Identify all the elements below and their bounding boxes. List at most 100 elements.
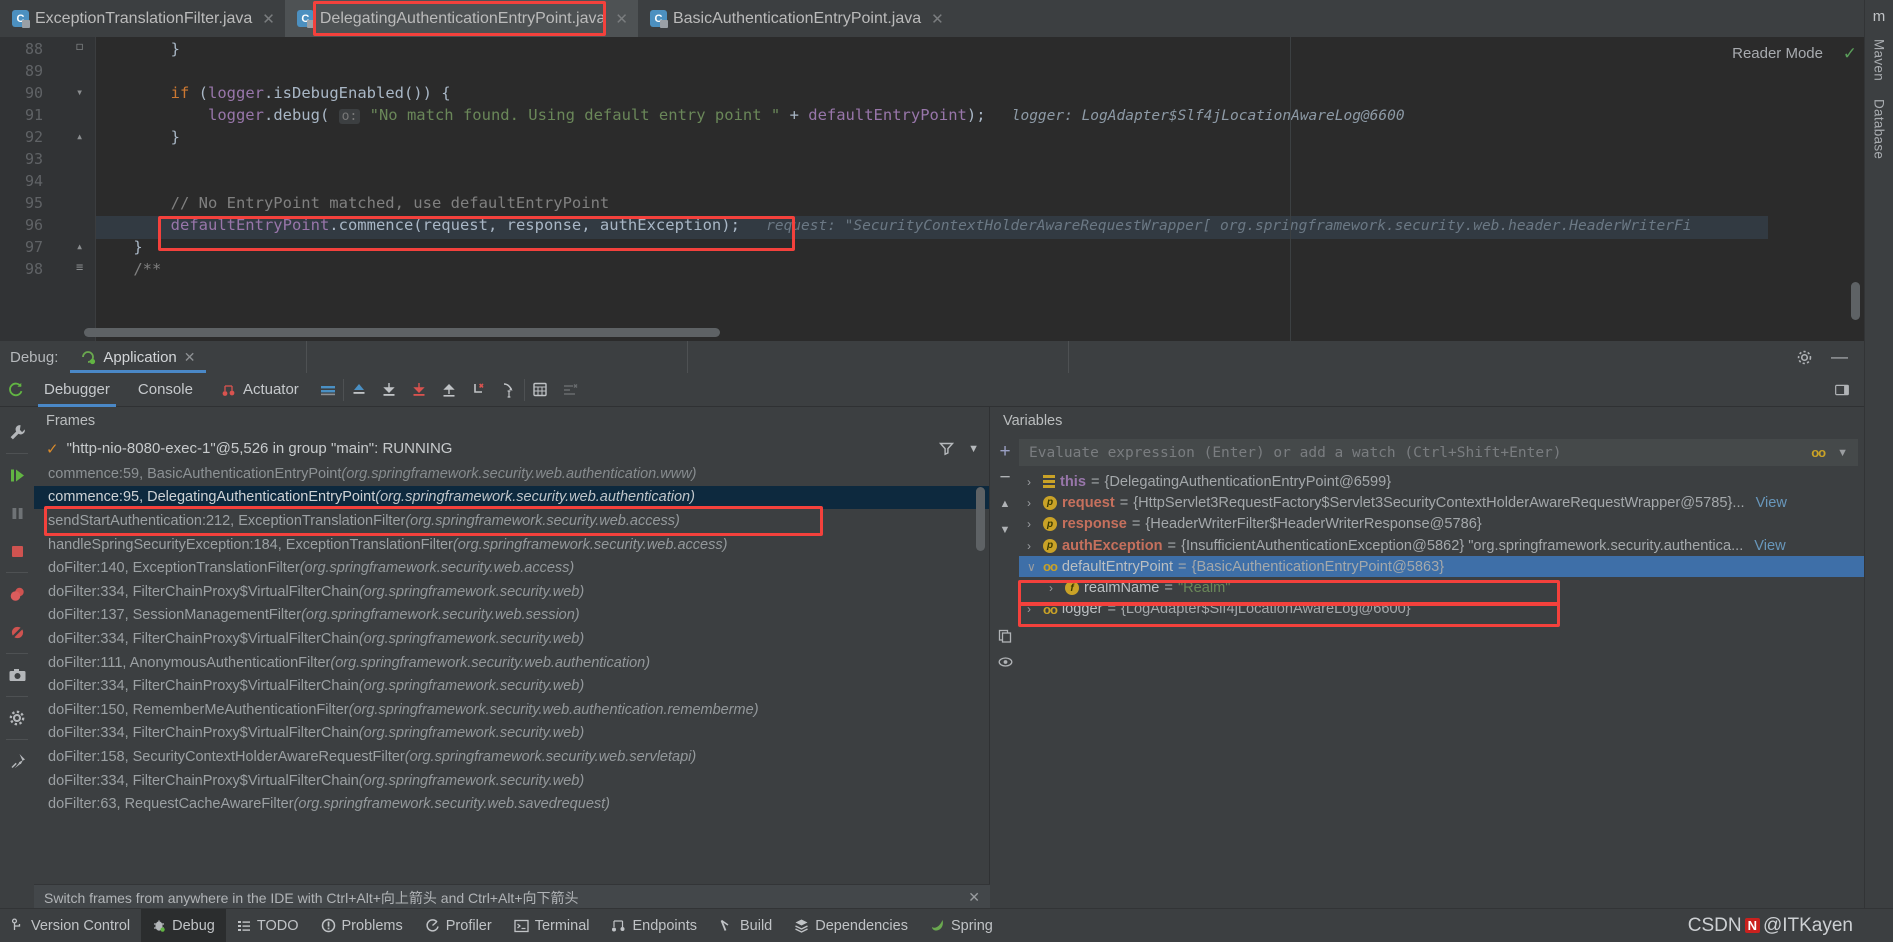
status-item-todo[interactable]: TODO: [226, 909, 310, 942]
code-editor[interactable]: 88 89 90 91 92 93 94 95 96 97 98 ◻ ▾ ▴ ▴…: [0, 37, 1864, 341]
maven-icon[interactable]: m: [1873, 8, 1886, 25]
stop-icon[interactable]: [0, 532, 34, 570]
chevron-right-icon[interactable]: ›: [1027, 602, 1038, 616]
show-execution-point-icon[interactable]: [344, 373, 374, 407]
rerun-icon[interactable]: [0, 373, 30, 407]
eye-icon[interactable]: [991, 649, 1019, 675]
remove-watch-icon[interactable]: −: [991, 465, 1019, 491]
frames-list[interactable]: commence:59, BasicAuthenticationEntryPoi…: [34, 462, 989, 816]
evaluate-expression-icon[interactable]: [525, 373, 555, 407]
variable-row[interactable]: › p response = {HeaderWriterFilter$HeaderW…: [1019, 514, 1864, 535]
settings-gear-icon[interactable]: [0, 699, 34, 737]
view-breakpoints-icon[interactable]: [0, 575, 34, 613]
frame-row[interactable]: doFilter:334, FilterChainProxy$VirtualFi…: [34, 769, 989, 793]
variable-row[interactable]: › oo logger = {LogAdapter$Slf4jLocationAwa…: [1019, 599, 1864, 620]
mute-breakpoints-icon[interactable]: [555, 373, 585, 407]
run-to-cursor-icon[interactable]: [494, 373, 524, 407]
variables-list[interactable]: › this = {DelegatingAuthenticationEntryPo…: [1019, 471, 1864, 620]
close-icon[interactable]: ✕: [262, 10, 275, 28]
editor-horizontal-scrollbar[interactable]: [84, 328, 720, 337]
force-step-into-icon[interactable]: [464, 373, 494, 407]
status-item-dependencies[interactable]: Dependencies: [783, 909, 919, 942]
sidebar-item-maven[interactable]: Maven: [1872, 35, 1887, 85]
frame-row[interactable]: sendStartAuthentication:212, ExceptionTr…: [34, 509, 989, 533]
variable-row[interactable]: › p request = {HttpServlet3RequestFactory$…: [1019, 492, 1864, 513]
frame-row[interactable]: doFilter:63, RequestCacheAwareFilter (or…: [34, 792, 989, 816]
editor-tab-basic-authentication-entry-point[interactable]: C BasicAuthenticationEntryPoint.java ✕: [638, 0, 954, 37]
variable-row[interactable]: › this = {DelegatingAuthenticationEntryPo…: [1019, 471, 1864, 492]
close-icon[interactable]: ✕: [968, 889, 980, 906]
frame-row[interactable]: commence:95, DelegatingAuthenticationEnt…: [34, 485, 989, 510]
object-icon[interactable]: oo: [1811, 445, 1826, 460]
checkmark-icon[interactable]: ✓: [1843, 44, 1857, 64]
status-item-profiler[interactable]: Profiler: [414, 909, 503, 942]
chevron-right-icon[interactable]: ›: [1027, 496, 1038, 510]
tab-debugger[interactable]: Debugger: [30, 373, 124, 407]
code-text[interactable]: } if (logger.isDebugEnabled()) { logger.…: [96, 37, 1864, 341]
chevron-right-icon[interactable]: ›: [1027, 539, 1038, 553]
frame-row[interactable]: doFilter:334, FilterChainProxy$VirtualFi…: [34, 627, 989, 651]
chevron-right-icon[interactable]: ›: [1027, 475, 1038, 489]
frame-row[interactable]: doFilter:334, FilterChainProxy$VirtualFi…: [34, 722, 989, 746]
editor-tab-exception-translation-filter[interactable]: C ExceptionTranslationFilter.java ✕: [0, 0, 285, 37]
down-icon[interactable]: ▼: [991, 517, 1019, 543]
minimize-icon[interactable]: —: [1831, 348, 1848, 365]
step-over-icon[interactable]: [374, 373, 404, 407]
reader-mode-label[interactable]: Reader Mode: [1732, 45, 1823, 62]
fold-marker-icon[interactable]: ▴: [76, 239, 83, 253]
sidebar-item-database[interactable]: Database: [1872, 95, 1887, 163]
frame-row[interactable]: doFilter:334, FilterChainProxy$VirtualFi…: [34, 580, 989, 604]
frame-row[interactable]: doFilter:137, SessionManagementFilter (o…: [34, 604, 989, 628]
step-into-icon[interactable]: [404, 373, 434, 407]
resume-program-icon[interactable]: [0, 456, 34, 494]
variable-row[interactable]: › f realmName = "Realm": [1019, 577, 1864, 598]
close-icon[interactable]: ✕: [615, 10, 628, 28]
chevron-down-icon[interactable]: ∨: [1027, 560, 1038, 574]
tab-actuator[interactable]: Actuator: [207, 373, 313, 407]
step-out-icon[interactable]: [434, 373, 464, 407]
view-link[interactable]: View: [1754, 538, 1785, 554]
restore-layout-icon[interactable]: [1834, 373, 1864, 407]
status-item-problems[interactable]: Problems: [310, 909, 414, 942]
screenshot-icon[interactable]: [0, 656, 34, 694]
frame-row[interactable]: doFilter:150, RememberMeAuthenticationFi…: [34, 698, 989, 722]
add-watch-icon[interactable]: +: [991, 439, 1019, 465]
copy-icon[interactable]: [991, 623, 1019, 649]
thread-selector[interactable]: ✓ "http-nio-8080-exec-1"@5,526 in group …: [34, 435, 989, 462]
editor-tab-delegating-authentication-entry-point[interactable]: C DelegatingAuthenticationEntryPoint.jav…: [284, 0, 638, 37]
filter-icon[interactable]: [939, 441, 955, 456]
frame-row[interactable]: doFilter:140, ExceptionTranslationFilter…: [34, 556, 989, 580]
debug-session-tab-application[interactable]: Application ✕: [70, 341, 206, 373]
variable-row[interactable]: › p authException = {InsufficientAuthentic…: [1019, 535, 1864, 556]
settings-wrench-icon[interactable]: [0, 413, 34, 451]
status-item-debug[interactable]: Debug: [141, 908, 226, 942]
fold-marker-icon[interactable]: ≡: [76, 260, 83, 274]
close-icon[interactable]: ✕: [184, 349, 196, 366]
status-item-version-control[interactable]: Version Control: [0, 909, 141, 942]
view-link[interactable]: View: [1756, 495, 1787, 511]
fold-marker-icon[interactable]: ▾: [76, 85, 83, 99]
frame-row[interactable]: doFilter:334, FilterChainProxy$VirtualFi…: [34, 674, 989, 698]
gear-icon[interactable]: [1796, 349, 1813, 366]
pause-program-icon[interactable]: [0, 494, 34, 532]
frames-scrollbar[interactable]: [976, 487, 985, 551]
variable-row[interactable]: ∨ oo defaultEntryPoint = {BasicAuthenticat…: [1019, 556, 1864, 578]
frame-row[interactable]: commence:59, BasicAuthenticationEntryPoi…: [34, 462, 989, 486]
chevron-right-icon[interactable]: ›: [1027, 517, 1038, 531]
editor-vertical-scrollbar[interactable]: [1851, 282, 1860, 320]
fold-marker-icon[interactable]: ◻: [76, 39, 83, 53]
chevron-down-icon[interactable]: ▼: [968, 443, 979, 455]
close-icon[interactable]: ✕: [931, 10, 944, 28]
chevron-down-icon[interactable]: ▼: [1837, 447, 1848, 459]
chevron-right-icon[interactable]: ›: [1049, 581, 1060, 595]
frame-row[interactable]: handleSpringSecurityException:184, Excep…: [34, 533, 989, 557]
up-icon[interactable]: ▲: [991, 491, 1019, 517]
frame-row[interactable]: doFilter:158, SecurityContextHolderAware…: [34, 745, 989, 769]
status-item-build[interactable]: Build: [708, 909, 783, 942]
fold-marker-icon[interactable]: ▴: [76, 129, 83, 143]
pin-tab-icon[interactable]: [0, 742, 34, 780]
layout-icon[interactable]: [313, 373, 343, 407]
editor-gutter[interactable]: 88 89 90 91 92 93 94 95 96 97 98 ◻ ▾ ▴ ▴…: [0, 37, 96, 341]
mute-breakpoints-icon[interactable]: [0, 613, 34, 651]
status-item-spring[interactable]: Spring: [919, 909, 1004, 942]
